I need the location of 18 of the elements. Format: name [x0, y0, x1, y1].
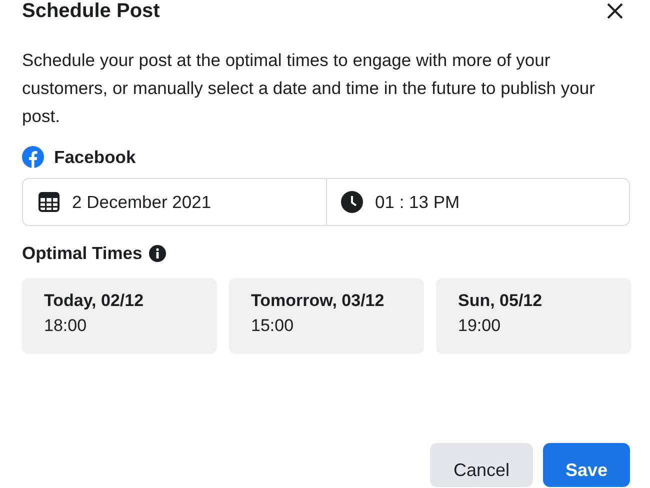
cancel-button[interactable]: Cancel: [430, 443, 533, 487]
platform-label: Facebook: [54, 146, 136, 168]
dialog-description: Schedule your post at the optimal times to engage with more of your customers, or manually select a date and time in the future to publish your post.: [22, 49, 596, 128]
optimal-time: 18:00: [44, 316, 88, 336]
optimal-time: 15:00: [251, 316, 295, 336]
optimal-time-card[interactable]: Sun, 05/12 19:00: [436, 278, 631, 354]
facebook-logo-icon: [22, 146, 44, 168]
optimal-time: 19:00: [458, 316, 502, 336]
dialog-title: Schedule Post: [22, 0, 160, 22]
optimal-day: Tomorrow, 03/12: [251, 291, 402, 311]
save-button[interactable]: Save: [543, 443, 630, 487]
section-label: Optimal Times: [22, 242, 142, 264]
close-icon[interactable]: [606, 2, 624, 20]
optimal-day: Sun, 05/12: [458, 291, 609, 311]
info-icon[interactable]: [149, 244, 166, 262]
optimal-time-card[interactable]: Today, 02/12 18:00: [22, 278, 217, 354]
optimal-day: Today, 02/12: [44, 291, 195, 311]
optimal-time-card[interactable]: Tomorrow, 03/12 15:00: [229, 278, 424, 354]
